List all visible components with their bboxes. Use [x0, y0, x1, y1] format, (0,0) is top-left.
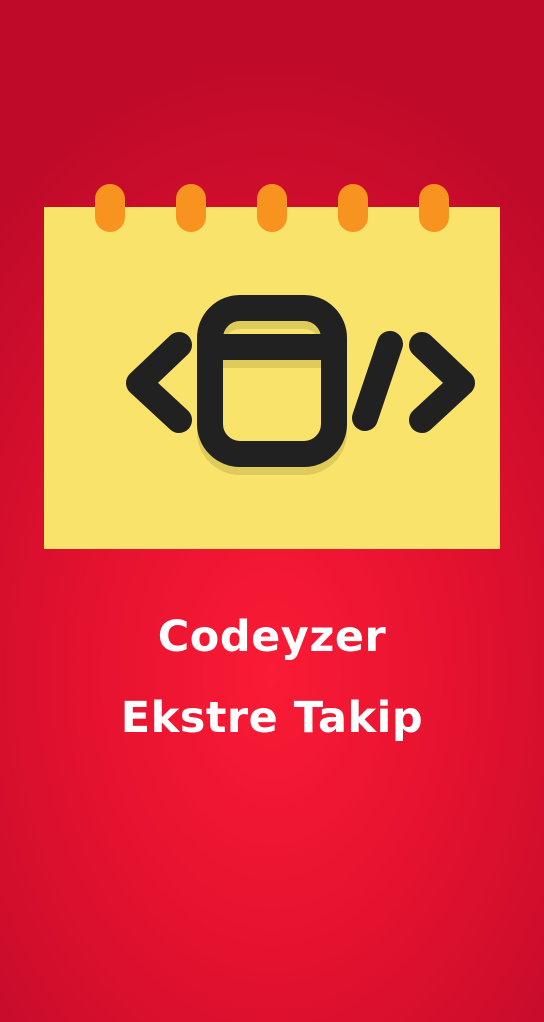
calendar-paper: [44, 207, 500, 549]
binder-ring: [257, 184, 287, 232]
app-title-line2: Ekstre Takip: [120, 693, 424, 743]
binder-ring: [95, 184, 125, 232]
calendar-code-logo: [44, 184, 500, 549]
binder-ring: [419, 184, 449, 232]
app-title-line1: Codeyzer: [157, 612, 387, 662]
binder-ring: [338, 184, 368, 232]
binder-ring: [176, 184, 206, 232]
